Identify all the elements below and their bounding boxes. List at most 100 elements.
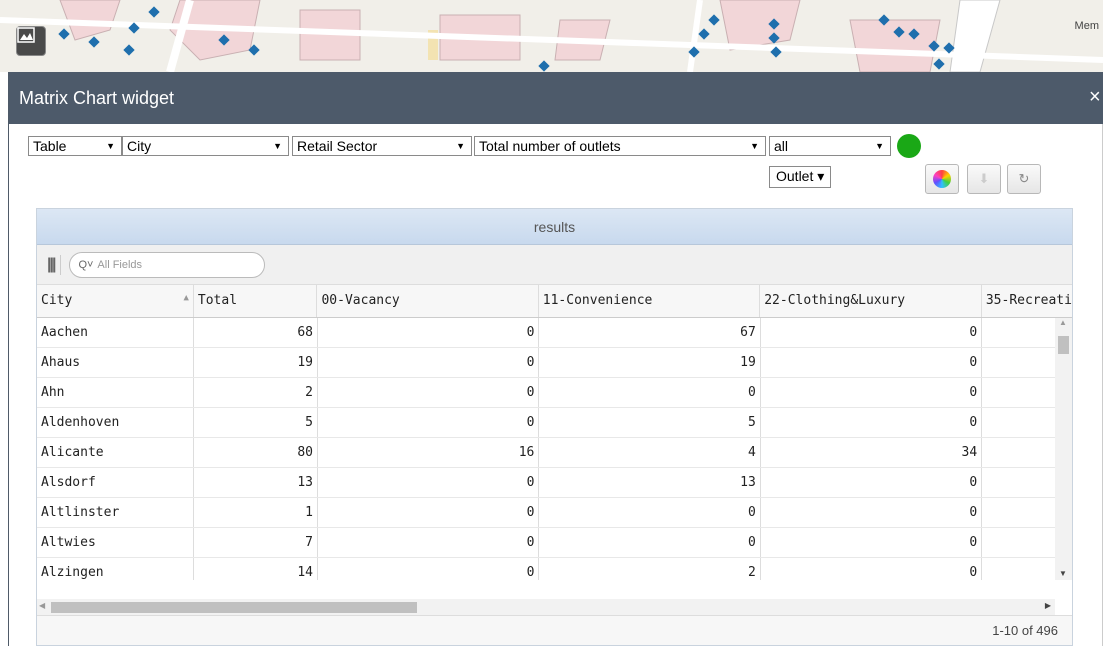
cell-city: Alzingen xyxy=(37,557,195,580)
cell-city: Aachen xyxy=(37,317,195,348)
cell-city: Ahn xyxy=(37,377,195,408)
cell-city: Ahaus xyxy=(37,347,195,378)
cell-vacancy: 0 xyxy=(317,557,540,580)
vertical-scroll-thumb[interactable] xyxy=(1058,335,1069,354)
chevron-down-icon: ▼ xyxy=(273,141,282,151)
map-background[interactable]: Mem xyxy=(0,0,1103,72)
table-row[interactable]: Altlinster 1 0 0 0 xyxy=(37,497,1072,528)
columns-icon[interactable]: ||| xyxy=(47,256,57,274)
column-header-clothing[interactable]: 22-Clothing&Luxury xyxy=(759,285,982,318)
table-row[interactable]: Alzingen 14 0 2 0 xyxy=(37,557,1072,580)
table-row[interactable]: Altwies 7 0 0 0 xyxy=(37,527,1072,558)
measure-value: Total number of outlets xyxy=(479,138,621,154)
refresh-icon: ↻ xyxy=(1018,171,1030,186)
cell-clothing: 0 xyxy=(760,527,983,558)
cell-clothing: 0 xyxy=(760,407,983,438)
cell-city: Alicante xyxy=(37,437,195,468)
vertical-scrollbar[interactable]: ▲ ▼ xyxy=(1055,317,1072,580)
cell-convenience: 13 xyxy=(538,467,761,498)
status-indicator xyxy=(897,134,921,158)
cell-vacancy: 16 xyxy=(317,437,540,468)
grid-header-row: City ▲ Total 00-Vacancy 11-Convenience 22… xyxy=(37,285,1072,318)
toolbar-divider xyxy=(60,254,62,275)
cell-convenience: 0 xyxy=(538,497,761,528)
cell-clothing: 0 xyxy=(760,497,983,528)
refresh-button[interactable]: ↻ xyxy=(1007,164,1041,194)
filter-value: all xyxy=(774,138,789,154)
cell-total: 1 xyxy=(193,497,318,528)
view-type-value: Table xyxy=(33,138,67,154)
scroll-down-icon[interactable]: ▼ xyxy=(1059,569,1067,578)
pager-status: 1-10 of 496 xyxy=(37,615,1072,645)
scroll-left-icon[interactable]: ◀ xyxy=(39,601,45,610)
cell-clothing: 0 xyxy=(760,377,983,408)
chevron-down-icon: ▼ xyxy=(106,141,115,151)
cell-total: 68 xyxy=(193,317,318,348)
table-row[interactable]: Aachen 68 0 67 0 xyxy=(37,317,1072,348)
grid-toolbar: ||| Q˅ All Fields xyxy=(37,245,1072,285)
cell-convenience: 0 xyxy=(538,527,761,558)
scroll-up-icon[interactable]: ▲ xyxy=(1059,318,1067,327)
horizontal-scroll-thumb[interactable] xyxy=(51,602,417,613)
cell-vacancy: 0 xyxy=(317,317,540,348)
cell-city: Altlinster xyxy=(37,497,195,528)
cell-vacancy: 0 xyxy=(317,527,540,558)
sort-asc-icon: ▲ xyxy=(183,293,189,304)
cell-total: 7 xyxy=(193,527,318,558)
map-tiles xyxy=(0,0,1103,72)
cell-clothing: 34 xyxy=(760,437,983,468)
table-row[interactable]: Aldenhoven 5 0 5 0 xyxy=(37,407,1072,438)
grid-body-table: Aachen 68 0 67 0 Ahaus 19 0 19 0 Ahn 2 0 0 0 Aldenhoven… xyxy=(37,317,1072,580)
row-field-value: City xyxy=(127,138,152,154)
column-header-convenience[interactable]: 11-Convenience xyxy=(538,285,761,318)
unit-select[interactable]: Outlet ▾ xyxy=(769,166,832,188)
cell-convenience: 4 xyxy=(538,437,761,468)
basemap-icon xyxy=(17,27,35,43)
cell-convenience: 2 xyxy=(538,557,761,580)
close-icon[interactable]: × xyxy=(1089,86,1103,109)
cell-city: Aldenhoven xyxy=(37,407,195,438)
table-row[interactable]: Ahn 2 0 0 0 xyxy=(37,377,1072,408)
cell-total: 13 xyxy=(193,467,318,498)
widget-title: Matrix Chart widget xyxy=(19,87,175,108)
column-field-value: Retail Sector xyxy=(297,138,378,154)
column-header-city[interactable]: City ▲ xyxy=(37,285,194,318)
chevron-down-icon: ▼ xyxy=(456,141,465,151)
cell-vacancy: 0 xyxy=(317,347,540,378)
cell-clothing: 0 xyxy=(760,557,983,580)
cell-total: 19 xyxy=(193,347,318,378)
scroll-right-icon[interactable]: ▶ xyxy=(1045,601,1051,610)
column-header-vacancy[interactable]: 00-Vacancy xyxy=(316,285,539,318)
table-row[interactable]: Alicante 80 16 4 34 xyxy=(37,437,1072,468)
column-header-total[interactable]: Total xyxy=(193,285,318,318)
search-input[interactable]: Q˅ All Fields xyxy=(69,251,266,278)
widget-titlebar: Matrix Chart widget × xyxy=(9,72,1103,124)
measure-select[interactable]: Total number of outlets ▼ xyxy=(474,136,766,156)
filter-select[interactable]: all ▼ xyxy=(769,136,891,156)
cell-clothing: 0 xyxy=(760,347,983,378)
grid-body[interactable]: Aachen 68 0 67 0 Ahaus 19 0 19 0 Ahn 2 0 0 0 Aldenhoven… xyxy=(37,317,1072,580)
cell-vacancy: 0 xyxy=(317,497,540,528)
download-button[interactable]: ⬇ xyxy=(967,164,1001,194)
cell-total: 80 xyxy=(193,437,318,468)
map-label: Mem xyxy=(1074,20,1099,32)
chevron-down-icon: ▼ xyxy=(750,141,759,151)
cell-convenience: 5 xyxy=(538,407,761,438)
chevron-down-icon: ▼ xyxy=(875,141,884,151)
color-wheel-icon xyxy=(933,170,951,188)
cell-total: 14 xyxy=(193,557,318,580)
basemap-toggle-button[interactable] xyxy=(16,26,46,56)
table-row[interactable]: Ahaus 19 0 19 0 xyxy=(37,347,1072,378)
cell-convenience: 19 xyxy=(538,347,761,378)
grid-title: results xyxy=(37,209,1072,245)
horizontal-scrollbar[interactable]: ◀ ▶ xyxy=(37,599,1055,616)
table-row[interactable]: Alsdorf 13 0 13 0 xyxy=(37,467,1072,498)
view-type-select[interactable]: Table ▼ xyxy=(28,136,122,156)
cell-convenience: 67 xyxy=(538,317,761,348)
column-header-recreation[interactable]: 35-Recreati xyxy=(981,285,1072,318)
cell-clothing: 0 xyxy=(760,467,983,498)
color-picker-button[interactable] xyxy=(925,164,959,194)
results-grid: results ||| Q˅ All Fields City ▲ Total 00… xyxy=(36,208,1073,646)
column-field-select[interactable]: Retail Sector ▼ xyxy=(292,136,472,156)
row-field-select[interactable]: City ▼ xyxy=(122,136,289,156)
